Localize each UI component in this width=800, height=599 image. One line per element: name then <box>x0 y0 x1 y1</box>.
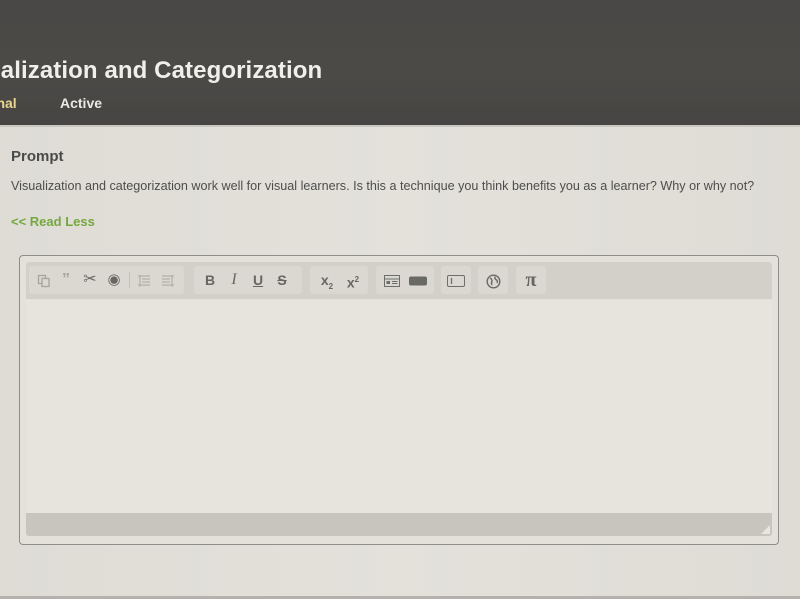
block-button[interactable] <box>406 266 430 294</box>
scissors-icon: ✂ <box>83 271 97 288</box>
textbox-icon <box>447 275 465 288</box>
editor-toolbar: ” ✂ ◉ B I U S x2 x2 π <box>26 262 772 299</box>
editor-status-bar <box>26 513 772 536</box>
tab-active[interactable]: Active <box>60 95 102 111</box>
record-button[interactable]: ◉ <box>103 266 125 294</box>
outdent-button[interactable] <box>157 266 179 294</box>
response-text-area[interactable] <box>26 300 772 513</box>
outdent-icon <box>162 275 174 288</box>
page-header: ualization and Categorization rnal Activ… <box>0 0 800 125</box>
main-content: Prompt Visualization and categorization … <box>0 127 800 599</box>
rich-text-editor: ” ✂ ◉ B I U S x2 x2 π <box>19 255 779 545</box>
cut-button[interactable]: ✂ <box>79 266 101 294</box>
subscript-mark: 2 <box>328 281 334 291</box>
superscript-label: x <box>346 274 355 291</box>
textbox-button[interactable] <box>444 266 468 294</box>
paste-button[interactable] <box>33 266 55 294</box>
table-icon <box>384 275 400 288</box>
toolbar-group-link <box>478 266 508 294</box>
link-button[interactable] <box>481 266 505 294</box>
toolbar-separator <box>129 272 130 288</box>
globe-icon <box>485 274 501 289</box>
bold-button[interactable]: B <box>200 266 220 294</box>
page-title: ualization and Categorization <box>0 57 323 84</box>
toolbar-group-format: B I U S <box>194 266 302 294</box>
table-button[interactable] <box>380 266 404 294</box>
underline-button[interactable]: U <box>248 266 268 294</box>
paste-icon <box>37 275 50 288</box>
read-less-link[interactable]: << Read Less <box>11 214 95 229</box>
quote-button[interactable]: ” <box>55 266 77 294</box>
subscript-button[interactable]: x2 <box>316 266 338 294</box>
resize-handle[interactable] <box>761 525 770 534</box>
prompt-heading: Prompt <box>11 148 64 165</box>
record-icon: ◉ <box>107 271 121 288</box>
tab-journal[interactable]: rnal <box>0 95 17 111</box>
strikethrough-button[interactable]: S <box>272 266 292 294</box>
subscript-label: x <box>320 272 329 288</box>
toolbar-group-script: x2 x2 <box>310 266 368 294</box>
prompt-text: Visualization and categorization work we… <box>11 179 755 193</box>
toolbar-group-textbox <box>441 266 471 294</box>
math-button[interactable]: π <box>519 266 543 294</box>
toolbar-group-insert <box>376 266 434 294</box>
block-icon <box>409 276 427 286</box>
italic-button[interactable]: I <box>224 266 244 294</box>
indent-icon <box>138 275 150 288</box>
toolbar-group-clipboard: ” ✂ ◉ <box>29 266 184 294</box>
superscript-mark: 2 <box>354 275 360 284</box>
indent-button[interactable] <box>133 266 155 294</box>
toolbar-group-math: π <box>516 266 546 294</box>
superscript-button[interactable]: x2 <box>342 266 364 294</box>
quote-icon: ” <box>62 271 70 288</box>
